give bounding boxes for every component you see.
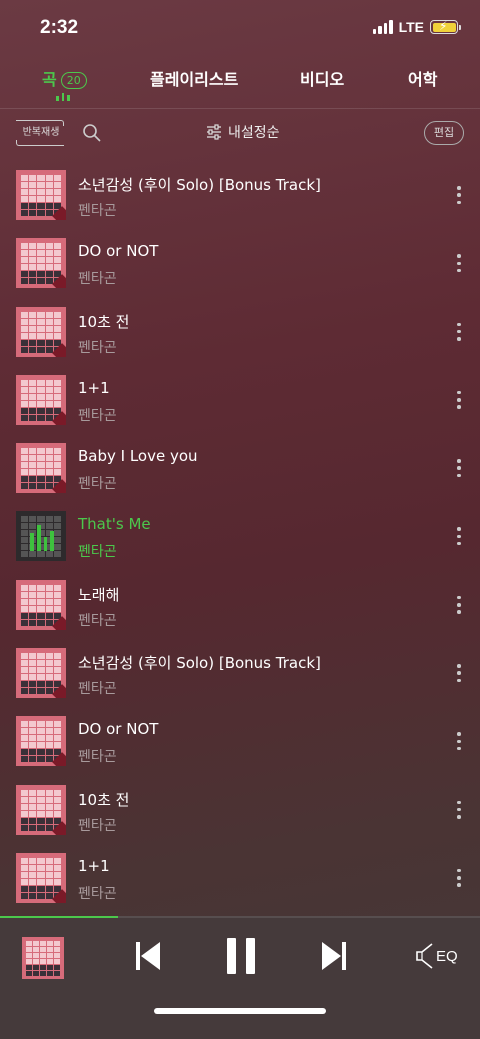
now-playing-equalizer-icon xyxy=(30,525,54,552)
list-toolbar: 반복재생 내설정순 편집 xyxy=(0,116,480,150)
search-icon[interactable] xyxy=(82,123,102,143)
status-indicators: LTE ⚡ xyxy=(372,19,461,35)
album-art xyxy=(16,852,66,903)
song-title: DO or NOT xyxy=(78,720,159,739)
more-options-icon[interactable] xyxy=(456,390,462,409)
tabs-divider xyxy=(0,108,480,109)
song-artist: 펜타곤 xyxy=(78,749,117,766)
more-options-icon[interactable] xyxy=(456,800,462,819)
tab-videos[interactable]: 비디오 xyxy=(300,66,344,90)
more-options-icon[interactable] xyxy=(456,322,462,341)
song-artist: 펜타곤 xyxy=(78,817,117,834)
more-options-icon[interactable] xyxy=(456,868,462,887)
song-artist: 펜타곤 xyxy=(78,885,117,902)
album-art xyxy=(16,170,66,220)
album-art xyxy=(16,306,66,357)
pause-button[interactable] xyxy=(224,936,258,976)
song-row[interactable]: 1+1 펜타곤 xyxy=(0,365,480,433)
song-artist: 펜타곤 xyxy=(78,407,117,424)
song-title: That's Me xyxy=(78,515,151,534)
song-artist: 펜타곤 xyxy=(78,544,117,561)
battery-charging-icon: ⚡ xyxy=(430,19,461,34)
song-title: 10초 전 xyxy=(78,790,130,809)
next-icon xyxy=(322,942,346,970)
song-title: Baby I Love you xyxy=(78,447,198,466)
song-row[interactable]: 1+1 펜타곤 xyxy=(0,843,480,911)
pause-icon xyxy=(227,938,255,974)
song-title: 1+1 xyxy=(78,856,110,875)
song-row[interactable]: Baby I Love you 펜타곤 xyxy=(0,433,480,501)
network-label: LTE xyxy=(398,19,424,35)
tab-songs-count: 20 xyxy=(60,72,87,89)
song-artist: 펜타곤 xyxy=(78,476,117,493)
album-art xyxy=(16,784,66,835)
tab-language-label: 어학 xyxy=(408,70,438,89)
playback-progress[interactable] xyxy=(0,916,480,918)
more-options-icon[interactable] xyxy=(456,664,462,683)
song-title: 소년감성 (후이 Solo) [Bonus Track] xyxy=(78,654,321,673)
tab-songs[interactable]: 곡 20 xyxy=(42,66,87,90)
song-row[interactable]: DO or NOT 펜타곤 xyxy=(0,228,480,296)
tab-playlists[interactable]: 플레이리스트 xyxy=(150,66,238,90)
tab-language[interactable]: 어학 xyxy=(408,66,437,90)
song-title: 노래해 xyxy=(78,585,120,604)
edit-button[interactable]: 편집 xyxy=(424,121,464,145)
tab-playlists-label: 플레이리스트 xyxy=(150,70,239,89)
song-artist: 펜타곤 xyxy=(78,203,117,219)
song-list: 소년감성 (후이 Solo) [Bonus Track] 펜타곤 DO or NOT… xyxy=(0,160,480,911)
more-options-icon[interactable] xyxy=(456,527,462,546)
more-options-icon[interactable] xyxy=(456,254,462,273)
repeat-button[interactable]: 반복재생 xyxy=(16,120,66,146)
status-bar: 2:32 LTE ⚡ xyxy=(0,0,480,56)
album-art xyxy=(16,443,66,494)
signal-bars-icon xyxy=(372,20,393,34)
more-options-icon[interactable] xyxy=(456,186,462,204)
song-row[interactable]: 10초 전펜타곤 xyxy=(0,297,480,365)
home-indicator[interactable] xyxy=(154,1008,326,1014)
song-title: 1+1 xyxy=(78,378,110,397)
album-art xyxy=(16,579,66,630)
speaker-icon xyxy=(416,943,433,969)
next-track-button[interactable] xyxy=(318,938,348,974)
more-options-icon[interactable] xyxy=(456,459,462,478)
album-art xyxy=(16,716,66,767)
repeat-label: 반복재생 xyxy=(22,127,60,138)
album-art xyxy=(16,374,66,425)
album-art xyxy=(16,648,66,699)
sort-button[interactable]: 내설정순 xyxy=(206,122,280,142)
tab-songs-label: 곡 xyxy=(42,70,57,89)
more-options-icon[interactable] xyxy=(456,595,462,614)
now-playing-album-art[interactable] xyxy=(22,937,64,979)
song-title: 소년감성 (후이 Solo) [Bonus Track] xyxy=(78,176,321,194)
album-art xyxy=(16,511,66,562)
status-time: 2:32 xyxy=(40,17,79,38)
song-artist: 펜타곤 xyxy=(78,271,117,288)
now-playing-eq-icon xyxy=(56,93,70,101)
eq-label: EQ xyxy=(436,947,458,965)
eq-button[interactable]: EQ xyxy=(416,942,458,970)
song-title: 10초 전 xyxy=(78,312,130,331)
song-row[interactable]: 노래해펜타곤 xyxy=(0,570,480,638)
previous-icon xyxy=(136,942,160,970)
song-title: DO or NOT xyxy=(78,242,159,261)
song-row[interactable]: 10초 전펜타곤 xyxy=(0,775,480,843)
song-row[interactable]: That's Me 펜타곤 xyxy=(0,501,480,569)
song-row[interactable]: DO or NOT 펜타곤 xyxy=(0,706,480,774)
sort-label: 내설정순 xyxy=(228,125,280,141)
previous-track-button[interactable] xyxy=(134,938,164,974)
song-artist: 펜타곤 xyxy=(78,339,117,356)
song-artist: 펜타곤 xyxy=(78,681,117,698)
song-artist: 펜타곤 xyxy=(78,612,117,629)
library-tabs: 곡 20 플레이리스트 비디오 어학 xyxy=(0,58,480,108)
album-art xyxy=(16,238,66,289)
mini-player: EQ xyxy=(0,916,480,1039)
tab-videos-label: 비디오 xyxy=(300,70,345,89)
sort-settings-icon xyxy=(207,124,221,140)
more-options-icon[interactable] xyxy=(456,732,462,751)
song-row[interactable]: 소년감성 (후이 Solo) [Bonus Track] 펜타곤 xyxy=(0,638,480,706)
song-row[interactable]: 소년감성 (후이 Solo) [Bonus Track] 펜타곤 xyxy=(0,160,480,228)
